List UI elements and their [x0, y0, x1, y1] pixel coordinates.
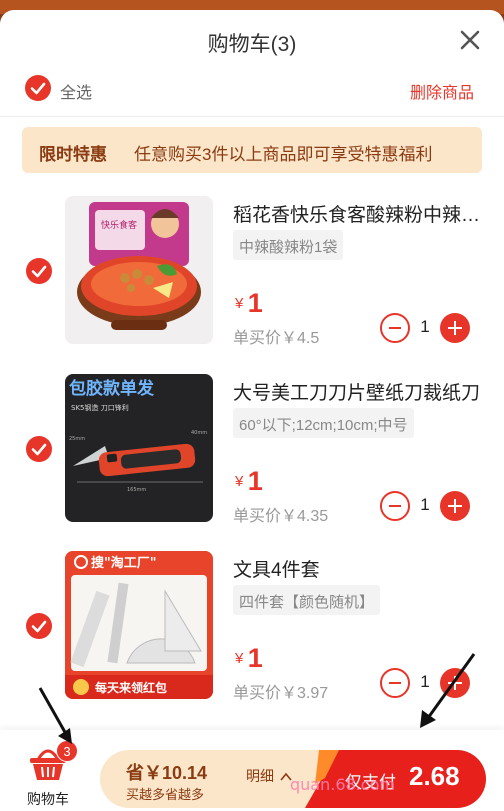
item-checkbox[interactable]: [26, 613, 52, 639]
unit-price: 单买价￥4.35: [233, 508, 329, 525]
decrease-button[interactable]: [380, 313, 410, 343]
pay-amount: 2.68: [409, 761, 460, 791]
details-label: 明细: [246, 768, 274, 784]
decrease-button[interactable]: [380, 491, 410, 521]
checkmark-icon: [31, 620, 47, 633]
checkmark-icon: [31, 265, 47, 278]
checkmark-icon: [31, 443, 47, 456]
item-price: ¥ 1: [235, 643, 263, 674]
details-toggle[interactable]: 明细: [246, 766, 292, 786]
item-name: 稻花香快乐食客酸辣粉中辣酸辣粉1袋: [233, 205, 495, 226]
watermark: quan.68.com: [290, 775, 395, 794]
divider: [0, 116, 504, 117]
currency-symbol: ¥: [235, 295, 244, 312]
unit-price: 单买价￥3.97: [233, 685, 329, 702]
price-value: 1: [247, 288, 263, 318]
quantity-stepper: 1: [380, 491, 470, 521]
item-spec[interactable]: 四件套【颜色随机】: [233, 585, 381, 615]
page-title: 购物车(3): [207, 33, 297, 56]
image-banner: 每天来领红包: [95, 680, 167, 695]
promo-banner: 限时特惠 任意购买3件以上商品即可享受特惠福利: [22, 127, 482, 173]
cart-header: 购物车(3): [0, 10, 504, 70]
currency-symbol: ¥: [235, 650, 244, 667]
select-all-label: 全选: [60, 85, 93, 102]
increase-button[interactable]: [440, 491, 470, 521]
select-all-checkbox[interactable]: [25, 75, 51, 101]
cart-item: 快乐食客 稻花香快乐食客酸辣粉中辣酸辣粉1袋 中辣酸辣粉1袋 ¥ 1 单买价￥4…: [0, 196, 504, 356]
close-button[interactable]: [458, 28, 482, 52]
image-text: 包胶款单发: [69, 378, 155, 399]
delete-items-button[interactable]: 删除商品: [410, 79, 474, 103]
image-text: 快乐食客: [101, 219, 137, 231]
promo-text: 任意购买3件以上商品即可享受特惠福利: [134, 145, 433, 164]
item-checkbox[interactable]: [26, 258, 52, 284]
item-spec[interactable]: 中辣酸辣粉1袋: [233, 230, 344, 260]
cart-button[interactable]: 3 购物车: [20, 740, 78, 808]
item-price: ¥ 1: [235, 288, 263, 319]
cart-item: 包胶款单发 SK5钢造 刀口锋利 25mm 40mm 165mm 大号美工刀刀片…: [0, 374, 504, 534]
annotation-arrow: [38, 687, 72, 744]
image-dim: 40mm: [191, 430, 207, 436]
image-dim: 165mm: [127, 487, 146, 493]
savings-amount: 省￥10.14: [126, 763, 208, 783]
product-image-cutter[interactable]: 包胶款单发 SK5钢造 刀口锋利 25mm 40mm 165mm: [65, 374, 213, 522]
quantity-value: 1: [420, 317, 430, 336]
decrease-button[interactable]: [380, 668, 410, 698]
currency-symbol: ¥: [235, 473, 244, 490]
cart-label: 购物车: [27, 791, 69, 807]
product-image-noodles[interactable]: 快乐食客: [65, 196, 213, 344]
price-value: 1: [247, 643, 263, 673]
close-icon: [460, 30, 480, 50]
image-dim: 25mm: [69, 436, 85, 442]
item-name: 大号美工刀刀片壁纸刀裁纸刀: [233, 383, 481, 404]
savings-subtitle: 买越多省越多: [126, 787, 205, 802]
image-subtext: SK5钢造 刀口锋利: [71, 403, 129, 412]
quantity-stepper: 1: [380, 313, 470, 343]
quantity-value: 1: [420, 495, 430, 514]
select-all-row: 全选 删除商品: [0, 74, 504, 114]
checkmark-icon: [30, 82, 46, 95]
annotation-arrow: [420, 653, 476, 728]
item-name: 文具4件套: [233, 560, 320, 581]
increase-button[interactable]: [440, 313, 470, 343]
item-price: ¥ 1: [235, 466, 263, 497]
promo-tag: 限时特惠: [39, 145, 107, 164]
cart-sheet: 购物车(3) 全选 删除商品 限时特惠 任意购买3件以上商品即可享受特惠福利 快…: [0, 10, 504, 811]
image-text: 搜"淘工厂": [91, 555, 157, 571]
price-value: 1: [247, 466, 263, 496]
unit-price: 单买价￥4.5: [233, 330, 320, 347]
product-image-stationery[interactable]: 搜"淘工厂" 每天来领红包: [65, 551, 213, 699]
item-spec[interactable]: 60°以下;12cm;10cm;中号: [233, 408, 414, 438]
item-checkbox[interactable]: [26, 436, 52, 462]
